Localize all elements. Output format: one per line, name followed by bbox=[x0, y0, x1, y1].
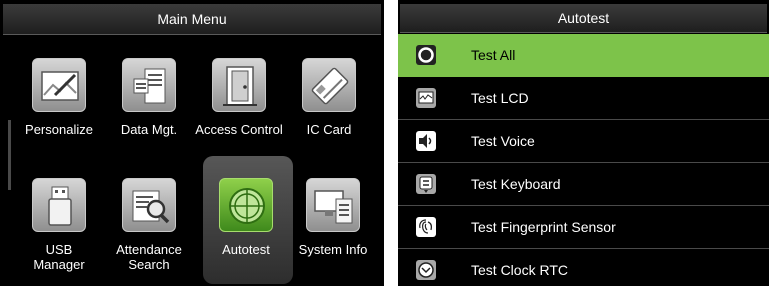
autotest-item-label: Test Fingerprint Sensor bbox=[471, 219, 616, 235]
tile-label: USB Manager bbox=[33, 242, 85, 272]
tile-usb-manager[interactable]: USB Manager bbox=[13, 170, 105, 280]
personalize-icon bbox=[32, 58, 86, 112]
autotest-item-test-keyboard[interactable]: Test Keyboard bbox=[398, 163, 769, 206]
attendance-search-icon bbox=[122, 178, 176, 232]
tile-ic-card[interactable]: IC Card bbox=[283, 50, 375, 150]
autotest-item-test-voice[interactable]: Test Voice bbox=[398, 120, 769, 163]
tile-label: Autotest bbox=[222, 242, 270, 257]
scrollbar[interactable] bbox=[8, 120, 11, 190]
autotest-item-label: Test Voice bbox=[471, 133, 535, 149]
tile-label: Personalize bbox=[25, 122, 93, 137]
tile-system-info[interactable]: System Info bbox=[287, 170, 379, 280]
tile-label: IC Card bbox=[306, 122, 352, 137]
test-keyboard-icon bbox=[416, 174, 436, 194]
data-mgt-icon bbox=[122, 58, 176, 112]
tile-access-control[interactable]: Access Control bbox=[193, 50, 285, 150]
tile-attendance-search[interactable]: Attendance Search bbox=[103, 170, 195, 280]
tile-label: Data Mgt. bbox=[120, 122, 178, 137]
tile-label: Attendance Search bbox=[116, 242, 182, 272]
test-lcd-icon bbox=[416, 88, 436, 108]
main-menu-panel: Main Menu Personalize Data Mgt. Access C… bbox=[0, 0, 384, 286]
autotest-item-label: Test Keyboard bbox=[471, 176, 561, 192]
test-clock-icon bbox=[416, 260, 436, 280]
main-menu-title: Main Menu bbox=[3, 4, 381, 35]
autotest-item-label: Test All bbox=[471, 47, 516, 63]
autotest-item-test-lcd[interactable]: Test LCD bbox=[398, 77, 769, 120]
ic-card-icon bbox=[302, 58, 356, 112]
autotest-item-label: Test LCD bbox=[471, 90, 529, 106]
test-fingerprint-icon bbox=[416, 217, 436, 237]
test-voice-icon bbox=[416, 131, 436, 151]
usb-manager-icon bbox=[32, 178, 86, 232]
test-all-icon bbox=[416, 45, 436, 65]
system-info-icon bbox=[306, 178, 360, 232]
tile-data-mgt[interactable]: Data Mgt. bbox=[103, 50, 195, 150]
access-control-icon bbox=[212, 58, 266, 112]
autotest-item-test-all[interactable]: Test All bbox=[398, 34, 769, 77]
tile-autotest[interactable]: Autotest bbox=[200, 170, 292, 280]
autotest-panel: Autotest Test All Test LCD Test Voice Te… bbox=[398, 0, 769, 286]
autotest-icon bbox=[219, 178, 273, 232]
tile-label: System Info bbox=[298, 242, 368, 257]
autotest-item-test-fingerprint-sensor[interactable]: Test Fingerprint Sensor bbox=[398, 206, 769, 249]
tile-personalize[interactable]: Personalize bbox=[13, 50, 105, 150]
tile-label: Access Control bbox=[195, 122, 283, 137]
autotest-title: Autotest bbox=[400, 4, 767, 33]
